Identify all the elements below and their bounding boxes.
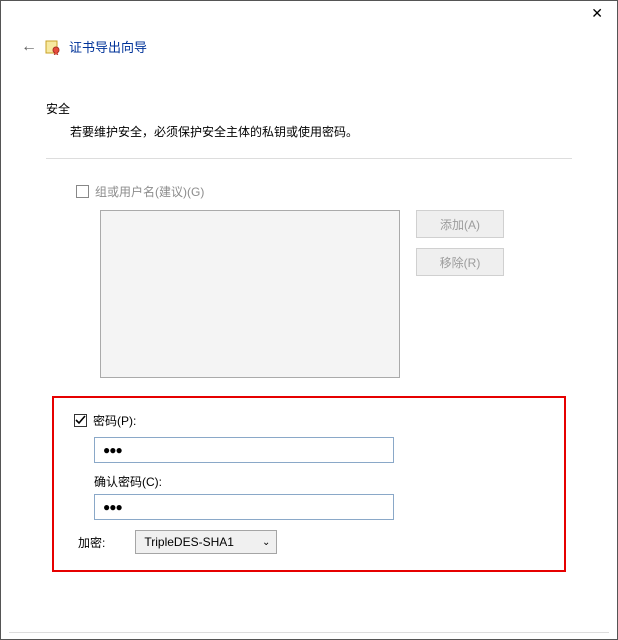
- password-input[interactable]: ●●●: [94, 437, 394, 463]
- close-button[interactable]: ✕: [585, 5, 609, 22]
- encryption-select[interactable]: TripleDES-SHA1 ⌄: [135, 530, 277, 554]
- group-checkbox-label: 组或用户名(建议)(G): [95, 183, 204, 200]
- titlebar: ✕: [1, 1, 617, 25]
- section-title: 安全: [46, 100, 572, 117]
- remove-button: 移除(R): [416, 248, 504, 276]
- confirm-password-label: 确认密码(C):: [94, 473, 550, 490]
- group-listbox: [100, 210, 400, 378]
- chevron-down-icon: ⌄: [262, 537, 270, 548]
- password-section: 密码(P): ●●● 确认密码(C): ●●● 加密: TripleDES-SH…: [68, 412, 550, 554]
- section-description: 若要维护安全，必须保护安全主体的私钥或使用密码。: [46, 123, 572, 140]
- bottom-divider: [9, 632, 609, 633]
- wizard-window: ✕ ← 证书导出向导 安全 若要维护安全，必须保护安全主体的私钥或使用密码。 组…: [0, 0, 618, 640]
- encryption-row: 加密: TripleDES-SHA1 ⌄: [74, 530, 550, 554]
- group-buttons: 添加(A) 移除(R): [416, 210, 504, 276]
- add-button: 添加(A): [416, 210, 504, 238]
- confirm-password-input[interactable]: ●●●: [94, 494, 394, 520]
- encryption-label: 加密:: [78, 534, 105, 551]
- group-list-row: 添加(A) 移除(R): [46, 210, 572, 378]
- group-checkbox-row: 组或用户名(建议)(G): [46, 183, 572, 200]
- certificate-icon: [45, 39, 61, 55]
- group-checkbox[interactable]: [76, 185, 89, 198]
- password-highlight-box: 密码(P): ●●● 确认密码(C): ●●● 加密: TripleDES-SH…: [52, 396, 566, 572]
- content-area: 安全 若要维护安全，必须保护安全主体的私钥或使用密码。 组或用户名(建议)(G)…: [1, 60, 617, 582]
- password-checkbox[interactable]: [74, 414, 87, 427]
- wizard-header: ← 证书导出向导: [1, 25, 617, 60]
- password-checkbox-row: 密码(P):: [74, 412, 550, 429]
- password-checkbox-label: 密码(P):: [93, 412, 136, 429]
- divider: [46, 158, 572, 159]
- back-arrow-icon[interactable]: ←: [21, 38, 37, 56]
- wizard-title: 证书导出向导: [69, 37, 147, 56]
- encryption-selected-value: TripleDES-SHA1: [144, 535, 234, 549]
